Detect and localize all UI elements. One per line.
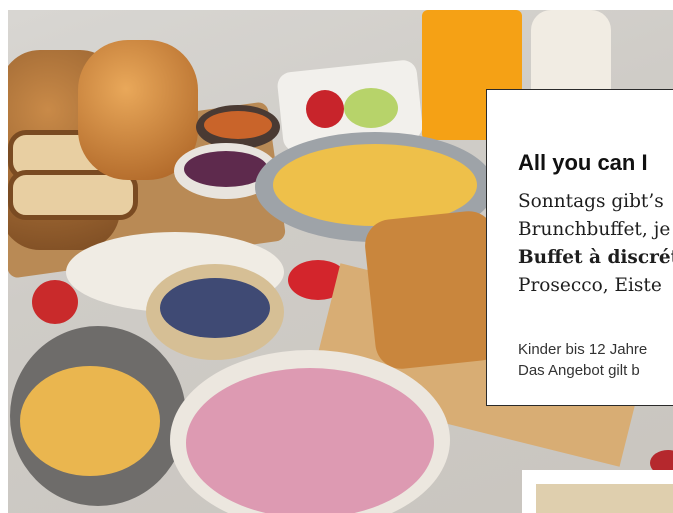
strawberry (306, 90, 344, 128)
pancake-plate (10, 326, 186, 506)
offer-description: Sonntags gibt’s Brunchbuffet, je Buffet … (518, 188, 673, 300)
offer-note-line: Kinder bis 12 Jahre (518, 341, 648, 358)
offer-line: Prosecco, Eiste (518, 275, 662, 296)
strawberry (32, 280, 78, 324)
offer-line: Brunchbuffet, je (518, 219, 671, 240)
image-tile (522, 470, 673, 513)
offer-line: Sonntags gibt’s (518, 191, 664, 212)
blueberry-bowl (146, 264, 284, 360)
offer-line-bold: Buffet à discrét (518, 247, 673, 268)
offer-card: All you can I Sonntags gibt’s Brunchbuff… (486, 89, 673, 406)
lime-half (344, 88, 398, 128)
jam-bowl (196, 105, 280, 149)
offer-note: Kinder bis 12 Jahre Das Angebot gilt b (518, 339, 647, 381)
offer-note-line: Das Angebot gilt b (518, 362, 640, 379)
offer-title: All you can I (518, 150, 648, 175)
